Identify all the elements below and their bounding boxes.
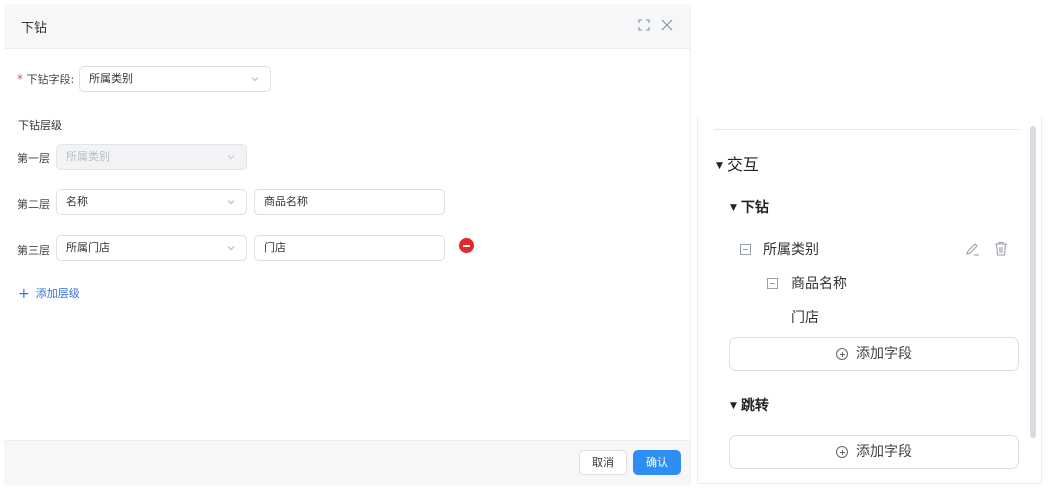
edit-icon[interactable] [964, 240, 982, 258]
plus-circle-icon [836, 446, 848, 458]
drill-field-value: 所属类别 [89, 72, 133, 85]
level-3-select[interactable]: 所属门店 [56, 235, 247, 261]
close-icon[interactable] [659, 17, 675, 33]
drill-field-select[interactable]: 所属类别 [79, 66, 271, 92]
tree-item-product-name: 商品名称 [791, 276, 847, 292]
divider [714, 129, 1020, 130]
chevron-down-icon [226, 236, 238, 260]
jump-section-title: 跳转 [740, 398, 769, 414]
level-1-label: 第一层 [17, 152, 50, 165]
modal-header: 下钻 [4, 4, 690, 49]
drilldown-section-toggle[interactable]: ▼ 下钻 [730, 197, 769, 217]
add-jump-field-label: 添加字段 [856, 444, 912, 460]
level-2-alias-input[interactable]: 商品名称 [254, 189, 445, 215]
level-3-alias: 门店 [264, 241, 286, 254]
jump-section-toggle[interactable]: ▼ 跳转 [730, 395, 769, 415]
fullscreen-icon[interactable] [636, 17, 652, 33]
add-field-label: 添加字段 [856, 346, 912, 362]
level-3-label: 第三层 [17, 244, 50, 257]
drilldown-section-title: 下钻 [740, 200, 769, 216]
trash-icon[interactable] [992, 240, 1010, 258]
remove-level-button[interactable] [459, 238, 474, 253]
level-3-value: 所属门店 [66, 241, 110, 254]
scrollbar[interactable] [1030, 126, 1036, 438]
drilldown-modal: 下钻 * 下钻字段: 所属类别 下钻层级 第一层 所属类别 第二层 名称 商品名… [4, 4, 691, 485]
cancel-button[interactable]: 取消 [579, 450, 627, 475]
modal-title: 下钻 [21, 21, 48, 36]
add-drilldown-field-button[interactable]: 添加字段 [729, 337, 1019, 371]
interaction-group-toggle[interactable]: ▼ 交互 [716, 151, 759, 175]
modal-footer: 取消 确认 [4, 440, 690, 485]
collapse-icon[interactable] [767, 278, 778, 289]
level-1-select: 所属类别 [56, 144, 247, 170]
interaction-panel: ▼ 交互 ▼ 下钻 所属类别 商品名称 门店 添加字段 ▼ 跳转 添加字段 [697, 116, 1042, 484]
plus-icon: + [18, 286, 30, 302]
level-1-value: 所属类别 [66, 150, 110, 163]
chevron-down-icon [250, 67, 262, 91]
confirm-button[interactable]: 确认 [633, 450, 681, 475]
field-label-row: * 下钻字段: [17, 71, 74, 87]
level-2-value: 名称 [66, 195, 88, 208]
chevron-down-icon [226, 145, 238, 169]
section-title: 下钻层级 [18, 119, 62, 132]
add-jump-field-button[interactable]: 添加字段 [729, 435, 1019, 469]
chevron-down-icon [226, 190, 238, 214]
level-2-label: 第二层 [17, 198, 50, 211]
required-mark: * [17, 72, 23, 86]
field-label: 下钻字段: [26, 73, 75, 86]
level-2-select[interactable]: 名称 [56, 189, 247, 215]
level-3-alias-input[interactable]: 门店 [254, 235, 445, 261]
add-level-button[interactable]: + 添加层级 [18, 285, 80, 302]
caret-down-icon: ▼ [716, 161, 723, 171]
collapse-icon[interactable] [740, 244, 751, 255]
plus-circle-icon [836, 348, 848, 360]
tree-item-category: 所属类别 [763, 242, 819, 258]
level-2-alias: 商品名称 [264, 195, 308, 208]
interaction-group-title: 交互 [726, 155, 759, 174]
caret-down-icon: ▼ [730, 203, 737, 213]
add-level-label: 添加层级 [35, 287, 80, 300]
tree-item-store: 门店 [791, 310, 819, 326]
caret-down-icon: ▼ [730, 401, 737, 411]
